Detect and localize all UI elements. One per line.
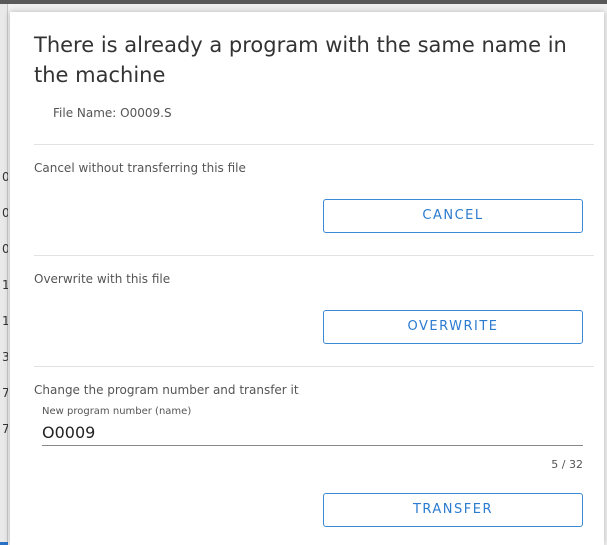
clipped-list-digit: 3 xyxy=(2,350,8,364)
clipped-list-digit: 7 xyxy=(2,422,8,436)
file-name-label: File Name: O0009.S xyxy=(53,106,172,120)
clipped-list-digit: 1 xyxy=(2,314,8,328)
cancel-button[interactable]: CANCEL xyxy=(323,199,583,233)
cancel-description: Cancel without transferring this file xyxy=(34,161,246,175)
clipped-list-digit: 7 xyxy=(2,386,8,400)
clipped-list-digit: 0 xyxy=(2,170,8,184)
clipped-list-digit: 0 xyxy=(2,242,8,256)
overwrite-button[interactable]: OVERWRITE xyxy=(323,310,583,344)
program-number-input[interactable] xyxy=(42,420,583,446)
screen: 0 0 0 1 1 3 7 7 There is already a progr… xyxy=(0,0,607,545)
program-number-field-label: New program number (name) xyxy=(42,406,192,417)
transfer-description: Change the program number and transfer i… xyxy=(34,383,299,397)
transfer-button[interactable]: TRANSFER xyxy=(323,493,583,527)
duplicate-program-dialog: There is already a program with the same… xyxy=(10,12,604,545)
section-divider xyxy=(34,144,594,145)
character-counter: 5 / 32 xyxy=(551,458,583,471)
section-divider xyxy=(34,255,594,256)
section-divider xyxy=(34,366,594,367)
clipped-list-digit: 1 xyxy=(2,278,8,292)
clipped-list-digit: 0 xyxy=(2,206,8,220)
overwrite-description: Overwrite with this file xyxy=(34,272,171,286)
dialog-title: There is already a program with the same… xyxy=(34,33,567,87)
background-window-strip: 0 0 0 1 1 3 7 7 xyxy=(0,4,8,545)
backdrop-top-edge xyxy=(0,0,607,4)
